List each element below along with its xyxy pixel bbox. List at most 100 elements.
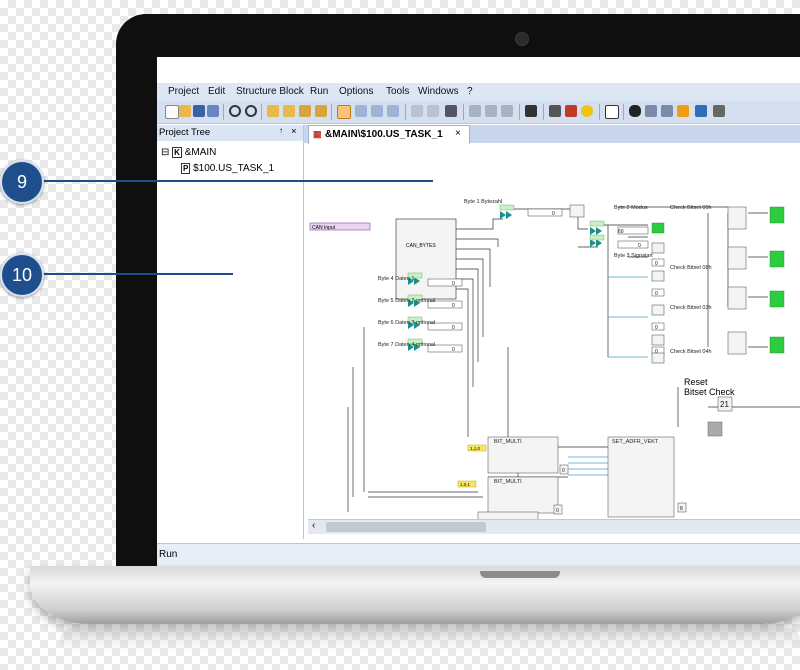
- paste-icon[interactable]: [501, 105, 513, 117]
- download-icon[interactable]: [565, 105, 577, 117]
- copy-icon[interactable]: [485, 105, 497, 117]
- const-value: 0: [655, 291, 658, 297]
- tab-label: &MAIN\$100.US_TASK_1: [325, 129, 443, 140]
- refresh-icon[interactable]: [661, 105, 673, 117]
- status-bar: Run: [157, 543, 800, 566]
- editor-tab-strip: ▦ &MAIN\$100.US_TASK_1 ×: [304, 125, 800, 144]
- tab-close-icon[interactable]: ×: [455, 128, 461, 139]
- const-value: 0: [655, 325, 658, 331]
- key-icon[interactable]: [695, 105, 707, 117]
- settings-icon[interactable]: [713, 105, 725, 117]
- const-value: 0: [452, 347, 455, 353]
- const-value: 0: [655, 261, 658, 267]
- tree-node-label: $100.US_TASK_1: [193, 163, 275, 174]
- const-value: 0: [452, 303, 455, 309]
- const-value: 0: [655, 349, 658, 355]
- redo-icon[interactable]: [427, 105, 439, 117]
- home-icon[interactable]: [525, 105, 537, 117]
- application-window: Project Edit Structure Block Run Options…: [157, 57, 800, 566]
- label-bitset-08h: Check Bitset 08h: [670, 265, 712, 271]
- tree-node-task[interactable]: P $100.US_TASK_1: [181, 163, 274, 174]
- diagram-canvas[interactable]: CAN Input CAN_BYTES 1,1,0 1,0,1 Byte 1 B…: [308, 147, 800, 519]
- label-bitset-00h: Check Bitset 00h: [670, 205, 712, 211]
- callout-badge-9: 9: [0, 160, 44, 204]
- save-icon[interactable]: [193, 105, 205, 117]
- label-byte5: Byte 5 Daten 2 optional: [378, 298, 435, 304]
- folder-up-icon[interactable]: [299, 105, 311, 117]
- label-byte4: Byte 4 Daten 1: [378, 276, 414, 282]
- status-text: Run: [159, 549, 178, 560]
- menu-help[interactable]: ?: [467, 86, 473, 97]
- can-input-label: CAN Input: [312, 225, 336, 231]
- tab-main-task[interactable]: ▦ &MAIN\$100.US_TASK_1 ×: [308, 125, 470, 144]
- collapse-icon[interactable]: ⊟: [161, 147, 169, 158]
- block-label-bit-multi-1: BIT_MULTI: [494, 439, 522, 445]
- folder-icon[interactable]: [267, 105, 279, 117]
- project-tree-title: Project Tree: [159, 127, 211, 138]
- scroll-left-icon[interactable]: ‹: [312, 520, 315, 531]
- scrollbar-thumb[interactable]: [326, 522, 486, 532]
- cut-icon[interactable]: [469, 105, 481, 117]
- reset-button-block[interactable]: [707, 421, 723, 437]
- can-bytes-block[interactable]: [395, 218, 457, 300]
- new-icon[interactable]: [165, 105, 179, 119]
- menu-structure-block[interactable]: Structure Block: [236, 86, 304, 97]
- menu-tools[interactable]: Tools: [386, 86, 409, 97]
- diagram-icon: ▦: [313, 129, 322, 139]
- pin-icon[interactable]: ↑: [279, 126, 283, 135]
- open-icon[interactable]: [179, 105, 191, 117]
- callout-badge-10: 10: [0, 253, 44, 297]
- tree-node-main[interactable]: ⊟ K &MAIN: [161, 147, 216, 158]
- undo-icon[interactable]: [411, 105, 423, 117]
- const-value: 0: [556, 508, 559, 514]
- bitset-check-label: Bitset Check: [684, 387, 735, 397]
- edit-icon[interactable]: [677, 105, 689, 117]
- project-tree-panel: Project Tree ↑ × ⊟ K &MAIN P $100.US_TAS…: [157, 125, 304, 539]
- folder-open-icon[interactable]: [283, 105, 295, 117]
- webcam: [515, 32, 529, 46]
- laptop-notch: [480, 571, 560, 578]
- menu-project[interactable]: Project: [168, 86, 199, 97]
- copy-block-icon[interactable]: [355, 105, 367, 117]
- const-value-a: 1,1,0: [470, 446, 481, 451]
- menu-run[interactable]: Run: [310, 86, 328, 97]
- const-value: 8: [680, 506, 683, 512]
- module-icon: K: [172, 147, 182, 158]
- label-bitset-03h: Check Bitset 03h: [670, 305, 712, 311]
- print-icon[interactable]: [445, 105, 457, 117]
- zoom-out-icon[interactable]: [245, 105, 257, 117]
- horizontal-scrollbar[interactable]: ‹: [308, 519, 800, 534]
- delete-icon[interactable]: [387, 105, 399, 117]
- project-tree-header: Project Tree ↑ ×: [157, 125, 303, 141]
- label-byte3: Byte 3 Signalart: [614, 253, 653, 259]
- reset-label: Reset: [684, 377, 708, 387]
- block-label-bit-multi-2: BIT_MULTI: [494, 479, 522, 485]
- laptop-reflection: [60, 628, 800, 652]
- function-block-diagram: CAN Input CAN_BYTES 1,1,0 1,0,1 Byte 1 B…: [309, 199, 800, 519]
- menu-edit[interactable]: Edit: [208, 86, 225, 97]
- menu-options[interactable]: Options: [339, 86, 373, 97]
- close-icon[interactable]: ×: [291, 126, 297, 137]
- const-value-b: 1,0,1: [460, 482, 471, 487]
- label-byte2: Byte 2 Modus: [614, 205, 648, 211]
- monitor-icon[interactable]: [605, 105, 619, 119]
- select-icon[interactable]: [337, 105, 351, 119]
- idea-icon[interactable]: [581, 105, 593, 117]
- menu-windows[interactable]: Windows: [418, 86, 459, 97]
- can-bytes-label: CAN_BYTES: [406, 243, 436, 249]
- program-icon: P: [181, 163, 191, 174]
- const-value: 0: [452, 281, 455, 287]
- laptop-base: [30, 566, 800, 624]
- compile-icon[interactable]: [549, 105, 561, 117]
- binoculars-icon[interactable]: [629, 105, 641, 117]
- label-bitset-04h: Check Bitset 04h: [670, 349, 712, 355]
- toolbar: [157, 101, 800, 124]
- callout-line-10: [40, 273, 233, 275]
- tree-node-label: &MAIN: [184, 147, 217, 158]
- table-icon[interactable]: [645, 105, 657, 117]
- label-byte6: Byte 6 Daten 3 optional: [378, 320, 435, 326]
- folder-down-icon[interactable]: [315, 105, 327, 117]
- save-all-icon[interactable]: [207, 105, 219, 117]
- link-icon[interactable]: [371, 105, 383, 117]
- zoom-in-icon[interactable]: [229, 105, 241, 117]
